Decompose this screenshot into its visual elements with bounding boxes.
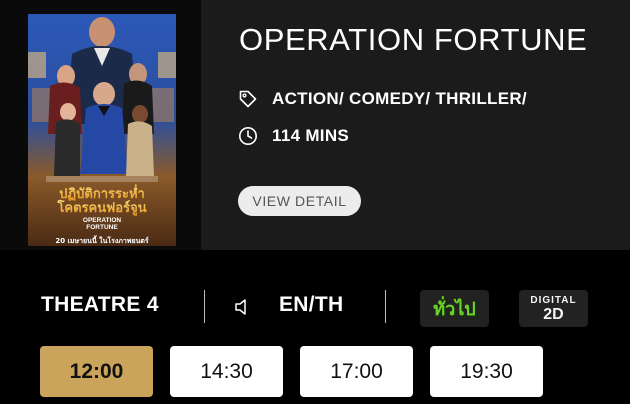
language-label: EN/TH (279, 293, 344, 316)
movie-info: OPERATION FORTUNE ACTION/ COMEDY/ THRILL… (201, 0, 630, 250)
divider (204, 290, 205, 323)
showtime-button[interactable]: 12:00 (40, 346, 153, 397)
poster-english-title-1: OPERATION (83, 217, 121, 224)
rating-badge: ทั่วไป (420, 290, 489, 327)
poster-artwork: ปฏิบัติการระห่ำ โคตรคนฟอร์จูน OPERATION … (28, 14, 176, 246)
tag-icon (237, 88, 259, 110)
showtime-button[interactable]: 14:30 (170, 346, 283, 397)
genre-row: ACTION/ COMEDY/ THRILLER/ (237, 88, 527, 110)
poster-thai-title-1: ปฏิบัติการระห่ำ (59, 184, 145, 202)
rating-badge-text: ทั่วไป (433, 299, 476, 319)
duration-row: 114 MINS (237, 125, 349, 147)
genre-text: ACTION/ COMEDY/ THRILLER/ (272, 89, 527, 108)
view-detail-button[interactable]: VIEW DETAIL (238, 186, 361, 216)
format-badge-top: DIGITAL (530, 294, 577, 306)
format-badge-bottom: 2D (543, 305, 564, 323)
divider (385, 290, 386, 323)
movie-poster[interactable]: ปฏิบัติการระห่ำ โคตรคนฟอร์จูน OPERATION … (28, 14, 176, 246)
poster-thai-title-2: โคตรคนฟอร์จูน (56, 199, 146, 216)
format-badge: DIGITAL 2D (519, 290, 588, 327)
poster-area: ปฏิบัติการระห่ำ โคตรคนฟอร์จูน OPERATION … (0, 0, 201, 250)
poster-english-title-2: FORTUNE (86, 224, 118, 231)
theatre-label: THEATRE 4 (41, 293, 159, 316)
speaker-icon (233, 297, 255, 317)
showtime-list: 12:00 14:30 17:00 19:30 (40, 346, 543, 397)
clock-icon (237, 125, 259, 147)
movie-title: OPERATION FORTUNE (239, 22, 588, 57)
showtime-button[interactable]: 19:30 (430, 346, 543, 397)
showtime-button[interactable]: 17:00 (300, 346, 413, 397)
duration-text: 114 MINS (272, 126, 350, 145)
movie-card: ปฏิบัติการระห่ำ โคตรคนฟอร์จูน OPERATION … (0, 0, 630, 250)
